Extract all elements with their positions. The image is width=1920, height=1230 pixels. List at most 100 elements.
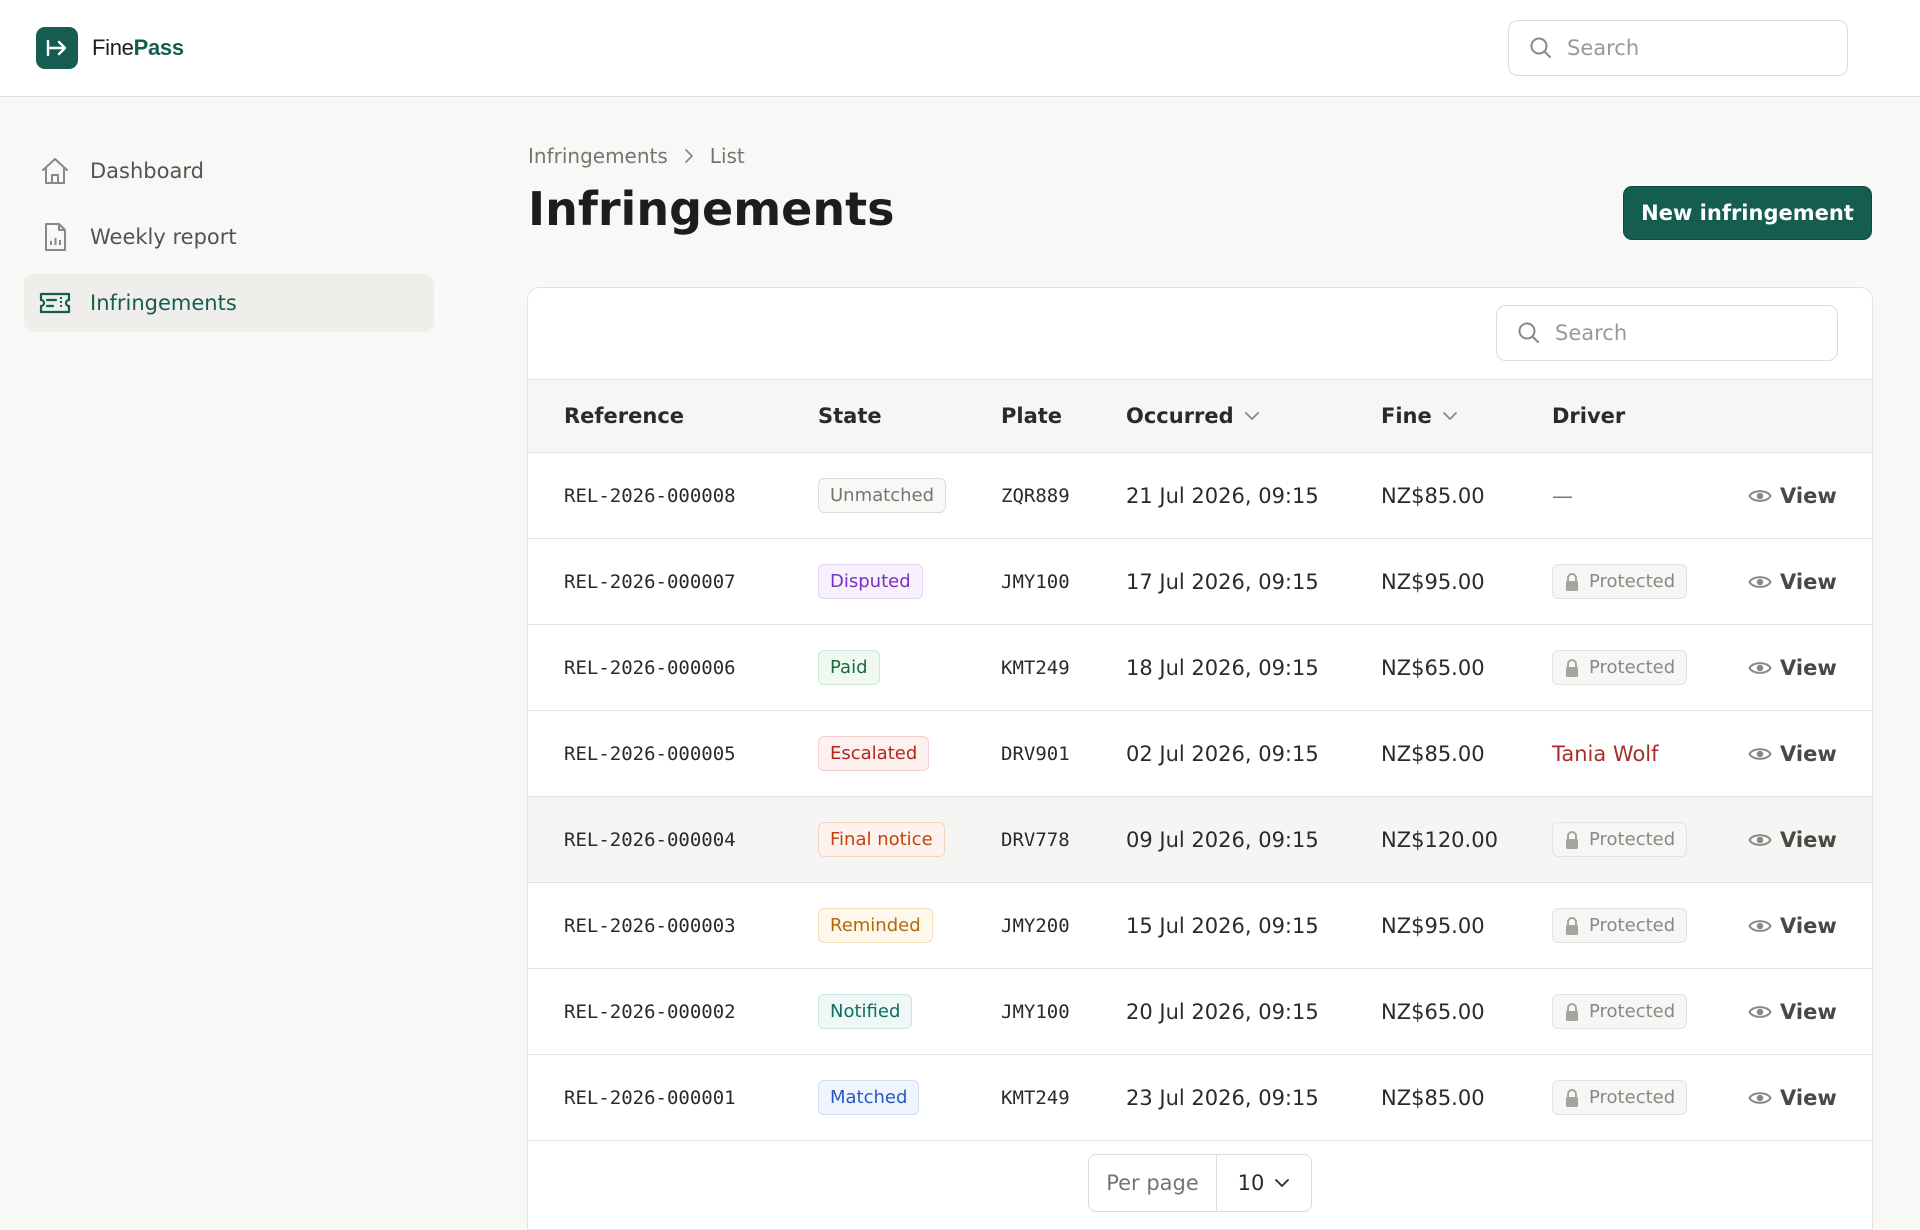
view-button[interactable]: View — [1748, 539, 1837, 624]
lock-icon — [1564, 1002, 1580, 1022]
column-label: Reference — [564, 404, 685, 428]
column-header-fine[interactable]: Fine — [1381, 380, 1458, 452]
view-label: View — [1780, 999, 1837, 1024]
protected-label: Protected — [1589, 571, 1676, 592]
driver-cell: — — [1552, 453, 1573, 538]
eye-icon — [1748, 487, 1772, 505]
column-label: State — [818, 404, 882, 428]
eye-icon — [1748, 1003, 1772, 1021]
driver-cell: Protected — [1552, 625, 1688, 710]
state-cell: Unmatched — [818, 453, 947, 538]
ticket-icon — [38, 286, 72, 320]
driver-empty: — — [1552, 483, 1573, 508]
table-row[interactable]: REL-2026-000002 Notified JMY100 20 Jul 2026… — [528, 969, 1872, 1055]
status-badge: Matched — [818, 1080, 920, 1115]
column-header-driver: Driver — [1552, 380, 1625, 452]
state-cell: Disputed — [818, 539, 923, 624]
sidebar-item-dashboard[interactable]: Dashboard — [24, 142, 434, 200]
protected-badge: Protected — [1552, 650, 1688, 685]
status-badge: Escalated — [818, 736, 930, 771]
global-search-placeholder: Search — [1567, 36, 1640, 60]
top-bar: FinePass Search — [0, 0, 1920, 97]
driver-cell: Tania Wolf — [1552, 711, 1659, 796]
status-badge: Final notice — [818, 822, 945, 857]
occurred-cell: 23 Jul 2026, 09:15 — [1126, 1085, 1319, 1110]
view-button[interactable]: View — [1748, 797, 1837, 882]
driver-cell: Protected — [1552, 797, 1688, 882]
table-row[interactable]: REL-2026-000008 Unmatched ZQR889 21 Jul 202… — [528, 453, 1872, 539]
state-cell: Notified — [818, 969, 913, 1054]
plate-cell: JMY100 — [1001, 570, 1070, 593]
occurred-cell: 02 Jul 2026, 09:15 — [1126, 741, 1319, 766]
view-button[interactable]: View — [1748, 969, 1837, 1054]
view-label: View — [1780, 483, 1837, 508]
plate-cell: JMY100 — [1001, 1000, 1070, 1023]
table-row[interactable]: REL-2026-000003 Reminded JMY200 15 Jul 2026… — [528, 883, 1872, 969]
app-logo[interactable]: FinePass — [36, 27, 184, 69]
home-icon — [38, 154, 72, 188]
table-row[interactable]: REL-2026-000007 Disputed JMY100 17 Jul 2026… — [528, 539, 1872, 625]
breadcrumb: Infringements List — [528, 144, 745, 168]
driver-cell: Protected — [1552, 539, 1688, 624]
reference-cell: REL-2026-000007 — [564, 570, 736, 593]
view-label: View — [1780, 1085, 1837, 1110]
per-page-select[interactable]: 10 — [1217, 1171, 1311, 1195]
lock-icon — [1564, 658, 1580, 678]
breadcrumb-current: List — [709, 144, 745, 168]
table-row[interactable]: REL-2026-000001 Matched KMT249 23 Jul 2026,… — [528, 1055, 1872, 1141]
view-label: View — [1780, 741, 1837, 766]
view-button[interactable]: View — [1748, 625, 1837, 710]
chevron-right-icon — [682, 148, 696, 164]
new-infringement-button[interactable]: New infringement — [1623, 186, 1872, 240]
reference-cell: REL-2026-000006 — [564, 656, 736, 679]
sidebar-item-infringements[interactable]: Infringements — [24, 274, 434, 332]
view-button[interactable]: View — [1748, 453, 1837, 538]
table-row[interactable]: REL-2026-000006 Paid KMT249 18 Jul 2026, 09… — [528, 625, 1872, 711]
status-badge: Disputed — [818, 564, 923, 599]
driver-name: Tania Wolf — [1552, 741, 1659, 766]
table-row[interactable]: REL-2026-000004 Final notice DRV778 09 Jul … — [528, 797, 1872, 883]
fine-cell: NZ$65.00 — [1381, 999, 1485, 1024]
breadcrumb-link-infringements[interactable]: Infringements — [528, 144, 668, 168]
column-header-occurred[interactable]: Occurred — [1126, 380, 1260, 452]
table-search-input[interactable]: Search — [1496, 305, 1838, 361]
table-header: Reference State Plate Occurred Fine Driv… — [528, 379, 1872, 453]
search-icon — [1529, 36, 1553, 60]
view-button[interactable]: View — [1748, 711, 1837, 796]
lock-icon — [1564, 1088, 1580, 1108]
lock-icon — [1564, 572, 1580, 592]
column-label: Driver — [1552, 404, 1626, 428]
state-cell: Matched — [818, 1055, 920, 1140]
search-icon — [1517, 321, 1541, 345]
protected-label: Protected — [1589, 657, 1676, 678]
view-label: View — [1780, 655, 1837, 680]
global-search-input[interactable]: Search — [1508, 20, 1848, 76]
view-button[interactable]: View — [1748, 883, 1837, 968]
pagination: Per page 10 — [1088, 1154, 1312, 1212]
fine-cell: NZ$95.00 — [1381, 569, 1485, 594]
arrow-logo-icon — [36, 27, 78, 69]
sort-chevron-down-icon — [1244, 410, 1260, 422]
view-button[interactable]: View — [1748, 1055, 1837, 1140]
infringements-table-card: Search Reference State Plate Occurred Fi… — [527, 287, 1873, 1230]
plate-cell: KMT249 — [1001, 1086, 1070, 1109]
per-page-label: Per page — [1089, 1155, 1217, 1211]
sidebar-item-weekly-report[interactable]: Weekly report — [24, 208, 434, 266]
occurred-cell: 17 Jul 2026, 09:15 — [1126, 569, 1319, 594]
occurred-cell: 21 Jul 2026, 09:15 — [1126, 483, 1319, 508]
table-row[interactable]: REL-2026-000005 Escalated DRV901 02 Jul 202… — [528, 711, 1872, 797]
protected-badge: Protected — [1552, 822, 1688, 857]
reference-cell: REL-2026-000003 — [564, 914, 736, 937]
protected-label: Protected — [1589, 1001, 1676, 1022]
driver-cell: Protected — [1552, 969, 1688, 1054]
fine-cell: NZ$65.00 — [1381, 655, 1485, 680]
fine-cell: NZ$85.00 — [1381, 483, 1485, 508]
protected-badge: Protected — [1552, 564, 1688, 599]
reference-cell: REL-2026-000008 — [564, 484, 736, 507]
page-title: Infringements — [528, 182, 895, 236]
column-header-state: State — [818, 380, 882, 452]
reference-cell: REL-2026-000004 — [564, 828, 736, 851]
lock-icon — [1564, 830, 1580, 850]
status-badge: Unmatched — [818, 478, 947, 513]
status-badge: Paid — [818, 650, 880, 685]
